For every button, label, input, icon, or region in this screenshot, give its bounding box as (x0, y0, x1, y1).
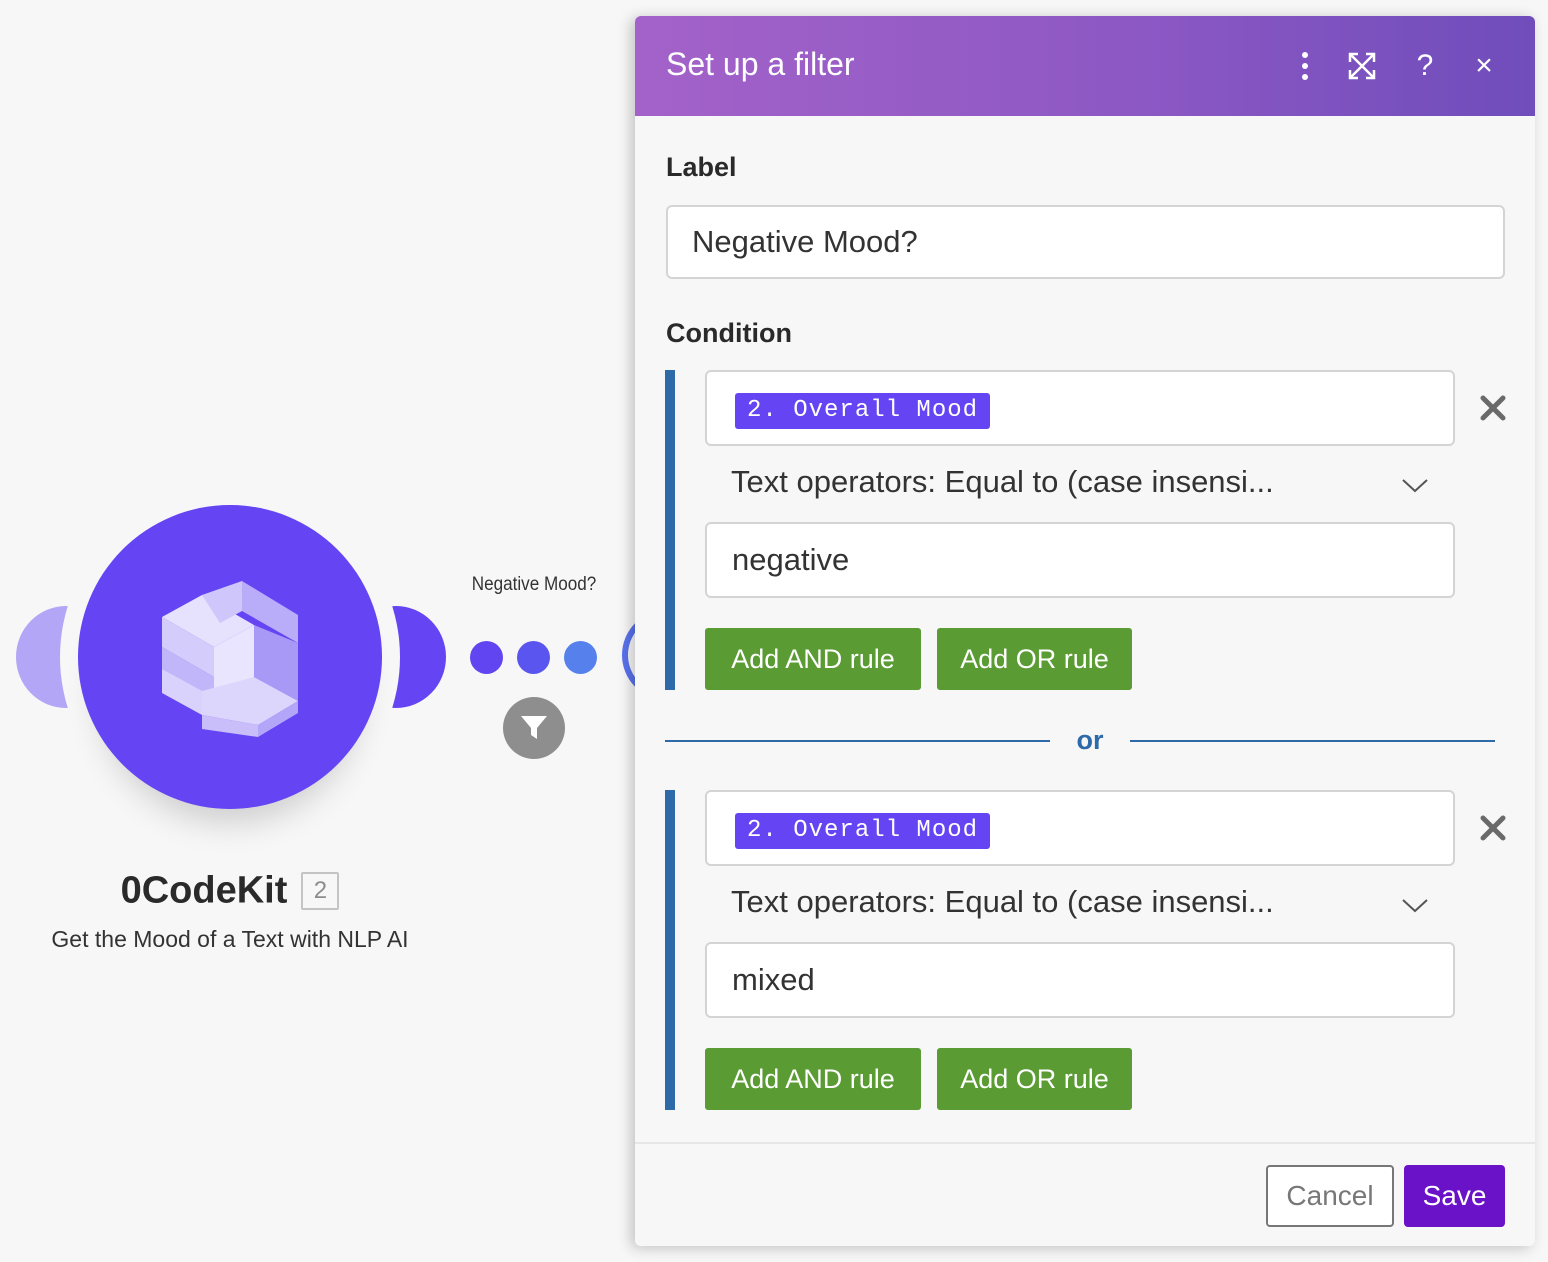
dialog-header: Set up a filter ? × (635, 16, 1535, 116)
condition-field-input[interactable]: 2. Overall Mood (705, 370, 1455, 446)
expand-button[interactable] (1342, 46, 1382, 86)
close-icon (1480, 815, 1506, 841)
separator-line (665, 740, 1050, 742)
cancel-button[interactable]: Cancel (1266, 1165, 1394, 1227)
add-or-rule-button[interactable]: Add OR rule (937, 628, 1132, 690)
condition-group-bar (665, 790, 675, 1110)
separator-line (1130, 740, 1495, 742)
dialog-footer: Cancel Save (635, 1142, 1535, 1246)
module-title: 0CodeKit 2 (0, 868, 460, 912)
condition-value-input[interactable]: mixed (705, 942, 1455, 1018)
close-icon[interactable]: × (1464, 46, 1504, 86)
condition-heading: Condition (666, 318, 792, 348)
route-dot[interactable] (517, 641, 550, 674)
operator-select[interactable]: Text operators: Equal to (case insensi..… (705, 878, 1455, 928)
mapped-variable-pill[interactable]: 2. Overall Mood (735, 393, 991, 429)
filter-icon (521, 716, 547, 739)
close-icon (1480, 395, 1506, 421)
filter-dialog: Set up a filter ? × Label Negative Mood?… (635, 16, 1535, 1246)
operator-value: Text operators: Equal to (case insensi..… (731, 884, 1274, 919)
module-description: Get the Mood of a Text with NLP AI (51, 926, 409, 952)
operator-value: Text operators: Equal to (case insensi..… (731, 464, 1274, 499)
dialog-title: Set up a filter (666, 46, 855, 82)
route-dot[interactable] (470, 641, 503, 674)
label-heading: Label (666, 152, 737, 182)
condition-group: 2. Overall Mood Text operators: Equal to… (665, 370, 1515, 690)
operator-select[interactable]: Text operators: Equal to (case insensi..… (705, 458, 1455, 508)
more-vertical-icon (1302, 52, 1308, 80)
remove-condition-button[interactable] (1473, 388, 1513, 428)
condition-value-input[interactable]: negative (705, 522, 1455, 598)
condition-group-bar (665, 370, 675, 690)
more-options-button[interactable] (1285, 46, 1325, 86)
or-label: or (1076, 725, 1104, 755)
chevron-down-icon (1402, 899, 1428, 913)
chevron-down-icon (1402, 479, 1428, 493)
help-icon[interactable]: ? (1405, 46, 1445, 86)
condition-group: 2. Overall Mood Text operators: Equal to… (665, 790, 1515, 1110)
expand-icon (1348, 52, 1376, 80)
add-and-rule-button[interactable]: Add AND rule (705, 1048, 921, 1110)
add-and-rule-button[interactable]: Add AND rule (705, 628, 921, 690)
add-or-rule-button[interactable]: Add OR rule (937, 1048, 1132, 1110)
filter-button[interactable] (503, 697, 565, 759)
or-separator: or (665, 721, 1495, 761)
save-button[interactable]: Save (1404, 1165, 1505, 1227)
mapped-variable-pill[interactable]: 2. Overall Mood (735, 813, 991, 849)
0codekit-logo-icon (162, 581, 298, 737)
remove-condition-button[interactable] (1473, 808, 1513, 848)
route-dot[interactable] (564, 641, 597, 674)
module-id-badge: 2 (301, 871, 340, 910)
module-name: 0CodeKit (120, 869, 288, 912)
condition-field-input[interactable]: 2. Overall Mood (705, 790, 1455, 866)
label-input[interactable]: Negative Mood? (666, 205, 1505, 279)
module-0codekit[interactable] (78, 505, 382, 809)
route-label[interactable]: Negative Mood? (444, 574, 624, 596)
